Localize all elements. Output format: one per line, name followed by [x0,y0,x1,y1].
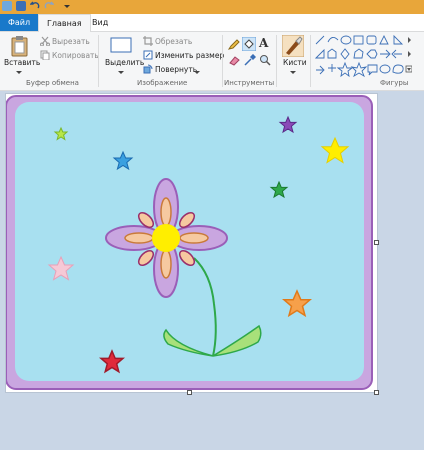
undo-icon[interactable] [29,1,40,11]
image-group-label: Изображение [137,79,188,87]
customize-arrow-icon[interactable] [62,1,72,11]
rotate-dropdown-icon[interactable] [194,68,200,77]
crop-icon [143,36,153,48]
paint-app-icon [2,1,12,11]
separator [310,35,311,87]
brushes-dropdown-icon[interactable] [290,68,296,77]
rotate-button[interactable]: Повернуть [155,65,197,74]
color-picker-icon[interactable] [244,53,257,68]
brushes-button[interactable]: Кисти [283,58,307,67]
shapes-gallery[interactable] [314,34,412,78]
copy-icon [40,50,50,62]
tools-group-label: Инструменты [224,79,275,87]
resize-icon [143,50,153,62]
tab-view[interactable]: Вид [84,14,116,31]
rotate-icon [143,64,153,76]
select-button[interactable]: Выделить [105,58,144,67]
paste-icon[interactable] [10,35,30,59]
paste-button[interactable]: Вставить [4,58,40,67]
crop-button[interactable]: Обрезать [155,37,192,46]
clipboard-group-label: Буфер обмена [26,79,79,87]
separator [222,35,223,87]
shapes-group-label: Фигуры [380,79,409,87]
redo-icon[interactable] [44,1,55,11]
tab-home[interactable]: Главная [38,14,91,32]
resize-handle-corner[interactable] [374,390,379,395]
paste-dropdown-icon[interactable] [16,68,22,77]
brush-icon[interactable] [281,34,305,59]
pencil-icon[interactable] [227,38,240,52]
drawing [5,95,373,390]
resize-handle-right[interactable] [374,240,379,245]
select-dropdown-icon[interactable] [118,68,124,77]
magnifier-icon[interactable] [259,54,271,68]
separator [276,35,277,87]
ribbon: Вставить Вырезать Копировать Буфер обмен… [0,32,424,91]
copy-button[interactable]: Копировать [52,51,99,60]
text-icon[interactable]: A [259,36,268,50]
tab-file[interactable]: Файл [0,14,38,31]
separator [98,35,99,87]
resize-handle-bottom[interactable] [187,390,192,395]
save-icon[interactable] [16,1,26,11]
fill-icon[interactable] [241,36,257,53]
title-bar [0,0,424,14]
eraser-icon[interactable] [228,54,240,68]
drawing-canvas[interactable] [5,94,377,392]
resize-button[interactable]: Изменить размер [155,51,224,60]
cut-button[interactable]: Вырезать [52,37,90,46]
cut-icon [40,36,50,48]
select-icon[interactable] [110,37,132,55]
ribbon-tabs: Файл Главная Вид [0,14,424,32]
